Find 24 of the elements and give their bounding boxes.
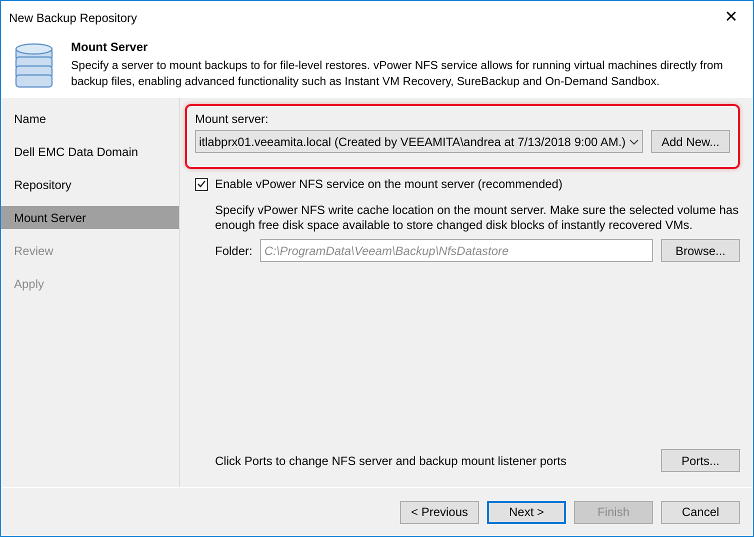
dialog-button[interactable]: Next > xyxy=(487,500,566,524)
sidebar-item[interactable]: Repository xyxy=(1,173,179,196)
sidebar-item[interactable]: Name xyxy=(1,107,179,130)
field-label: Mount server: xyxy=(195,111,270,128)
check-icon xyxy=(197,180,206,188)
checkbox[interactable] xyxy=(195,178,208,190)
header-title: Mount Server xyxy=(71,39,149,56)
browse-button[interactable]: Browse... xyxy=(661,239,740,262)
chevron-down-icon xyxy=(629,138,639,144)
sidebar-item[interactable]: Dell EMC Data Domain xyxy=(1,140,179,163)
dialog-button[interactable]: Cancel xyxy=(661,500,740,524)
header-description: Specify a server to mount backups to for file-level restores. vPower NFS service allows for running virtual machines directly from backup files, enabling advanced functionality such as Instant VM Recovery, SureBackup and On-Demand Sandbox. xyxy=(71,59,724,90)
window-title: New Backup Repository xyxy=(9,10,138,26)
folder-label: Folder: xyxy=(215,242,252,260)
database-icon xyxy=(15,43,53,89)
close-button[interactable]: ✕ xyxy=(717,4,745,32)
nfs-note: Specify vPower NFS write cache location on the mount server. Make sure the selected volume has enough free disk space available to store changed disk blocks of instantly recovered VMs. xyxy=(214,203,740,233)
sidebar-item[interactable]: Mount Server xyxy=(1,206,179,229)
ports-hint: Click Ports to change NFS server and backup mount listener ports xyxy=(215,452,566,470)
checkbox-label: Enable vPower NFS service on the mount server (recommended) xyxy=(215,176,562,193)
ports-button[interactable]: Ports... xyxy=(661,449,740,472)
add-new-button[interactable]: Add New... xyxy=(651,130,730,153)
dialog-button[interactable]: < Previous xyxy=(400,500,479,524)
server-dropdown[interactable]: itlabprx01.veeamita.local (Created by VEEAMITA\andrea at 7/13/2018 9:00 AM.) xyxy=(195,130,643,153)
